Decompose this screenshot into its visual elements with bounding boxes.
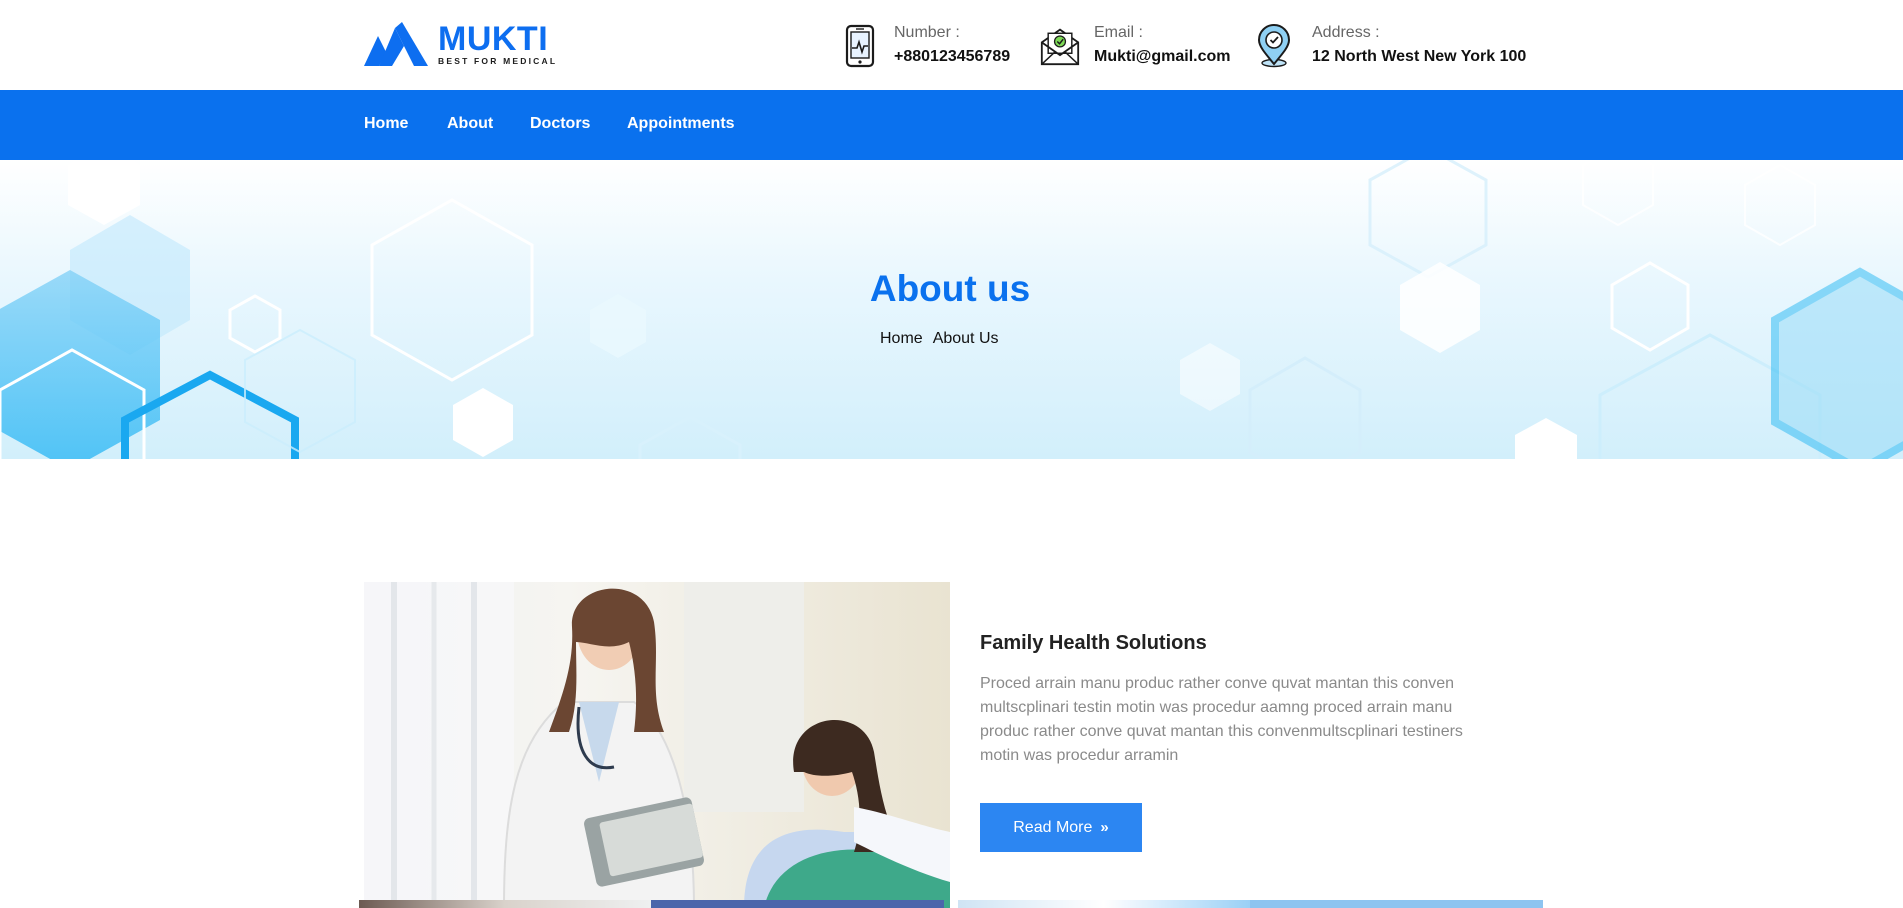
breadcrumb-current: About Us <box>932 330 999 347</box>
read-more-button[interactable]: Read More » <box>980 803 1142 852</box>
email-value[interactable]: Mukti@gmail.com <box>1094 47 1231 67</box>
page-title: About us <box>869 268 1031 309</box>
gallery-image-2 <box>651 900 944 908</box>
doctor-patient-illustration <box>364 582 950 908</box>
doctor-patient-image <box>364 582 950 908</box>
location-pin-check-icon <box>1257 24 1291 68</box>
brand-tagline: BEST FOR MEDICAL <box>438 55 558 66</box>
contact-address: Address : 12 North West New York 100 <box>1256 24 1526 68</box>
nav-appointments[interactable]: Appointments <box>627 115 735 133</box>
gallery-image-3 <box>958 900 1250 908</box>
tablet-health-icon <box>845 24 875 68</box>
read-more-label: Read More <box>1013 818 1093 836</box>
brand-logo[interactable]: MUKTI BEST FOR MEDICAL <box>364 22 557 66</box>
gallery-image-4 <box>1250 900 1543 908</box>
section-heading: Family Health Solutions <box>980 632 1207 654</box>
envelope-check-icon <box>1040 28 1080 66</box>
number-value[interactable]: +880123456789 <box>894 47 1010 67</box>
number-label: Number : <box>894 24 960 41</box>
breadcrumb-home[interactable]: Home <box>880 330 923 348</box>
address-label: Address : <box>1312 24 1380 41</box>
nav-about[interactable]: About <box>447 115 493 133</box>
nav-home[interactable]: Home <box>364 115 408 133</box>
email-label: Email : <box>1094 24 1143 41</box>
breadcrumb: Home About Us <box>880 330 999 348</box>
section-description: Proced arrain manu produc rather conve q… <box>980 675 1463 764</box>
double-chevron-right-icon: » <box>1100 819 1109 836</box>
top-header: MUKTI BEST FOR MEDICAL Number : +8801234… <box>0 0 1903 90</box>
brand-name: MUKTI <box>438 19 549 58</box>
logo-mark-icon <box>364 22 428 66</box>
gallery-image-1 <box>359 900 651 908</box>
nav-doctors[interactable]: Doctors <box>530 115 590 133</box>
page-banner: About us Home About Us <box>0 160 1903 459</box>
contact-email: Email : Mukti@gmail.com <box>1040 24 1231 68</box>
main-navigation: Home About Doctors Appointments <box>0 90 1903 160</box>
address-value: 12 North West New York 100 <box>1312 48 1527 65</box>
contact-number: Number : +880123456789 <box>840 24 1010 68</box>
